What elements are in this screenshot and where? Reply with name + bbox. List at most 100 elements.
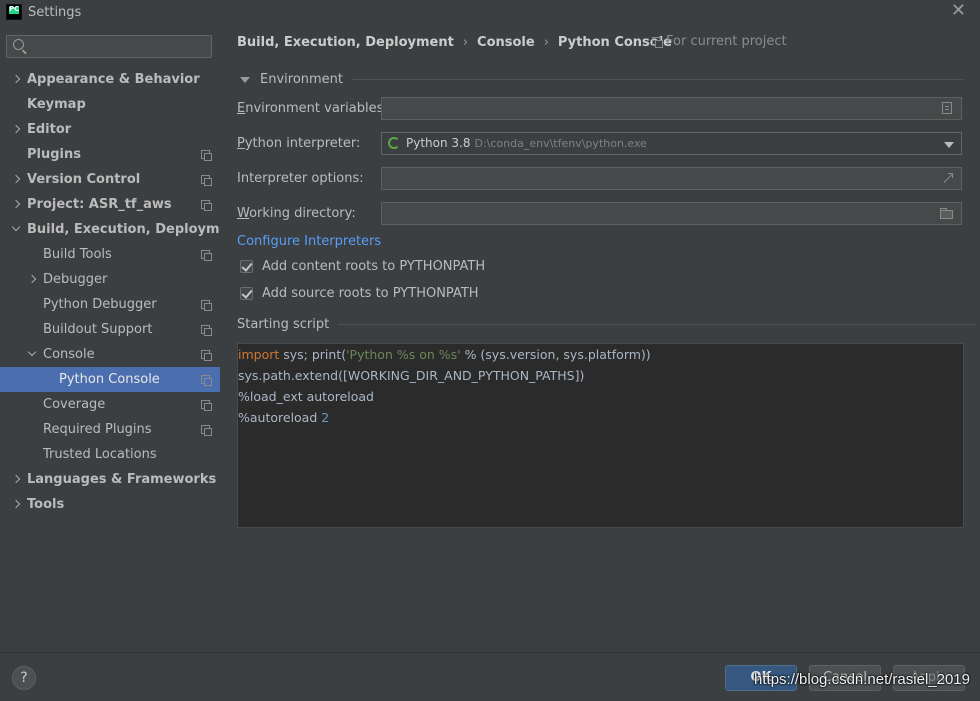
sidebar-item-required-plugins[interactable]: Required Plugins xyxy=(0,417,220,442)
sidebar-item-version-control[interactable]: Version Control xyxy=(0,167,220,192)
scope-indicator: For current project xyxy=(652,34,787,49)
working-dir-field[interactable] xyxy=(381,202,962,225)
sidebar-item-label: Appearance & Behavior xyxy=(27,72,200,87)
sidebar-item-label: Build Tools xyxy=(43,247,112,262)
environment-section-header[interactable]: Environment xyxy=(240,72,965,87)
sidebar-item-keymap[interactable]: Keymap xyxy=(0,92,220,117)
copy-icon xyxy=(201,425,212,436)
add-content-roots-label: Add content roots to PYTHONPATH xyxy=(262,259,486,274)
copy-icon xyxy=(201,325,212,336)
interpreter-label: Python interpreter: xyxy=(237,136,361,151)
add-source-roots-checkbox[interactable]: Add source roots to PYTHONPATH xyxy=(240,286,479,301)
search-box[interactable] xyxy=(6,35,212,58)
chevron-right-icon[interactable] xyxy=(12,467,22,492)
dialog-footer: ? OK Cancel Apply https://blog.csdn.net/… xyxy=(0,652,980,701)
sidebar-item-build-tools[interactable]: Build Tools xyxy=(0,242,220,267)
sidebar-item-label: Debugger xyxy=(43,272,108,287)
window-title: Settings xyxy=(28,4,82,20)
search-input[interactable] xyxy=(31,37,207,56)
breadcrumb-separator: › xyxy=(462,34,469,50)
chevron-right-icon[interactable] xyxy=(12,117,22,142)
add-source-roots-label: Add source roots to PYTHONPATH xyxy=(262,286,479,301)
checkbox-checked[interactable] xyxy=(240,260,253,273)
breadcrumb: Build, Execution, Deployment › Console ›… xyxy=(237,33,672,51)
breadcrumb-separator: › xyxy=(543,34,549,50)
help-button[interactable]: ? xyxy=(12,666,36,690)
sidebar-item-appearance-behavior[interactable]: Appearance & Behavior xyxy=(0,67,220,92)
sidebar-item-label: Version Control xyxy=(27,172,141,187)
copy-icon xyxy=(201,350,212,361)
checkbox-checked[interactable] xyxy=(240,287,253,300)
sidebar-item-label: Buildout Support xyxy=(43,322,153,337)
sidebar-item-label: Build, Execution, Deployment xyxy=(27,222,244,237)
interpreter-path: D:\conda_env\tfenv\python.exe xyxy=(474,136,647,150)
copy-icon xyxy=(201,375,212,386)
sidebar-item-project-asr-tf-aws[interactable]: Project: ASR_tf_aws xyxy=(0,192,220,217)
breadcrumb-item-console[interactable]: Console xyxy=(477,35,535,50)
sidebar-item-console[interactable]: Console xyxy=(0,342,220,367)
starting-script-editor[interactable]: import sys; print('Python %s on %s' % (s… xyxy=(237,343,964,528)
sidebar-item-tools[interactable]: Tools xyxy=(0,492,220,517)
sidebar-item-python-console[interactable]: Python Console xyxy=(0,367,220,392)
sidebar-item-python-debugger[interactable]: Python Debugger xyxy=(0,292,220,317)
sidebar-item-build-execution-deployment[interactable]: Build, Execution, Deployment xyxy=(0,217,244,242)
code-line-1: import sys; print('Python %s on %s' % (s… xyxy=(238,347,651,362)
section-divider xyxy=(352,79,965,80)
pycharm-icon xyxy=(6,4,22,20)
interp-options-input[interactable] xyxy=(386,170,926,187)
sidebar-item-plugins[interactable]: Plugins xyxy=(0,142,220,167)
configure-interpreters-link[interactable]: Configure Interpreters xyxy=(237,234,381,249)
sidebar-item-debugger[interactable]: Debugger xyxy=(0,267,220,292)
interp-options-field[interactable] xyxy=(381,167,962,190)
chevron-right-icon[interactable] xyxy=(12,192,22,217)
watermark-url: https://blog.csdn.net/rasiel_2019 xyxy=(754,671,970,688)
copy-icon xyxy=(201,400,212,411)
sidebar-item-label: Python Debugger xyxy=(43,297,157,312)
sidebar-item-label: Project: ASR_tf_aws xyxy=(27,197,172,212)
chevron-down-icon[interactable] xyxy=(28,342,38,367)
sidebar-item-label: Plugins xyxy=(27,147,81,162)
chevron-right-icon[interactable] xyxy=(12,67,22,92)
chevron-right-icon[interactable] xyxy=(28,267,38,292)
dropdown-arrow-icon[interactable] xyxy=(944,142,954,148)
interpreter-combo[interactable]: Python 3.8 D:\conda_env\tfenv\python.exe xyxy=(381,132,962,155)
env-vars-field[interactable] xyxy=(381,97,962,120)
sidebar-item-label: Coverage xyxy=(43,397,106,412)
code-line-3: %load_ext autoreload xyxy=(238,389,374,404)
title-bar: Settings ✕ xyxy=(0,0,980,24)
search-icon xyxy=(13,39,24,50)
expand-icon[interactable] xyxy=(942,173,953,184)
sidebar-item-languages-frameworks[interactable]: Languages & Frameworks xyxy=(0,467,220,492)
code-line-4: %autoreload 2 xyxy=(238,410,330,425)
breadcrumb-item-build[interactable]: Build, Execution, Deployment xyxy=(237,35,454,50)
sidebar-item-label: Languages & Frameworks xyxy=(27,472,217,487)
starting-script-title: Starting script xyxy=(237,317,330,332)
sidebar-item-label: Required Plugins xyxy=(43,422,152,437)
python-sdk-icon xyxy=(388,137,400,149)
copy-icon xyxy=(652,37,663,48)
copy-icon xyxy=(201,250,212,261)
working-dir-input[interactable] xyxy=(386,205,926,222)
interpreter-name: Python 3.8 xyxy=(406,136,471,150)
chevron-down-icon[interactable] xyxy=(12,217,22,242)
folder-icon[interactable] xyxy=(940,208,953,219)
copy-icon xyxy=(201,300,212,311)
copy-icon xyxy=(201,175,212,186)
chevron-right-icon[interactable] xyxy=(12,492,22,517)
close-icon[interactable]: ✕ xyxy=(951,2,966,20)
sidebar-item-label: Editor xyxy=(27,122,72,137)
chevron-right-icon[interactable] xyxy=(12,167,22,192)
document-icon[interactable] xyxy=(942,102,952,114)
sidebar-item-label: Console xyxy=(43,347,95,362)
sidebar-item-coverage[interactable]: Coverage xyxy=(0,392,220,417)
sidebar-item-editor[interactable]: Editor xyxy=(0,117,220,142)
interpreter-value: Python 3.8 D:\conda_env\tfenv\python.exe xyxy=(388,136,647,150)
section-divider xyxy=(338,324,977,325)
copy-icon xyxy=(201,150,212,161)
copy-icon xyxy=(201,200,212,211)
sidebar-item-buildout-support[interactable]: Buildout Support xyxy=(0,317,220,342)
sidebar-item-trusted-locations[interactable]: Trusted Locations xyxy=(0,442,220,467)
add-content-roots-checkbox[interactable]: Add content roots to PYTHONPATH xyxy=(240,259,485,274)
scope-label: For current project xyxy=(666,34,787,49)
env-vars-input[interactable] xyxy=(386,100,926,117)
